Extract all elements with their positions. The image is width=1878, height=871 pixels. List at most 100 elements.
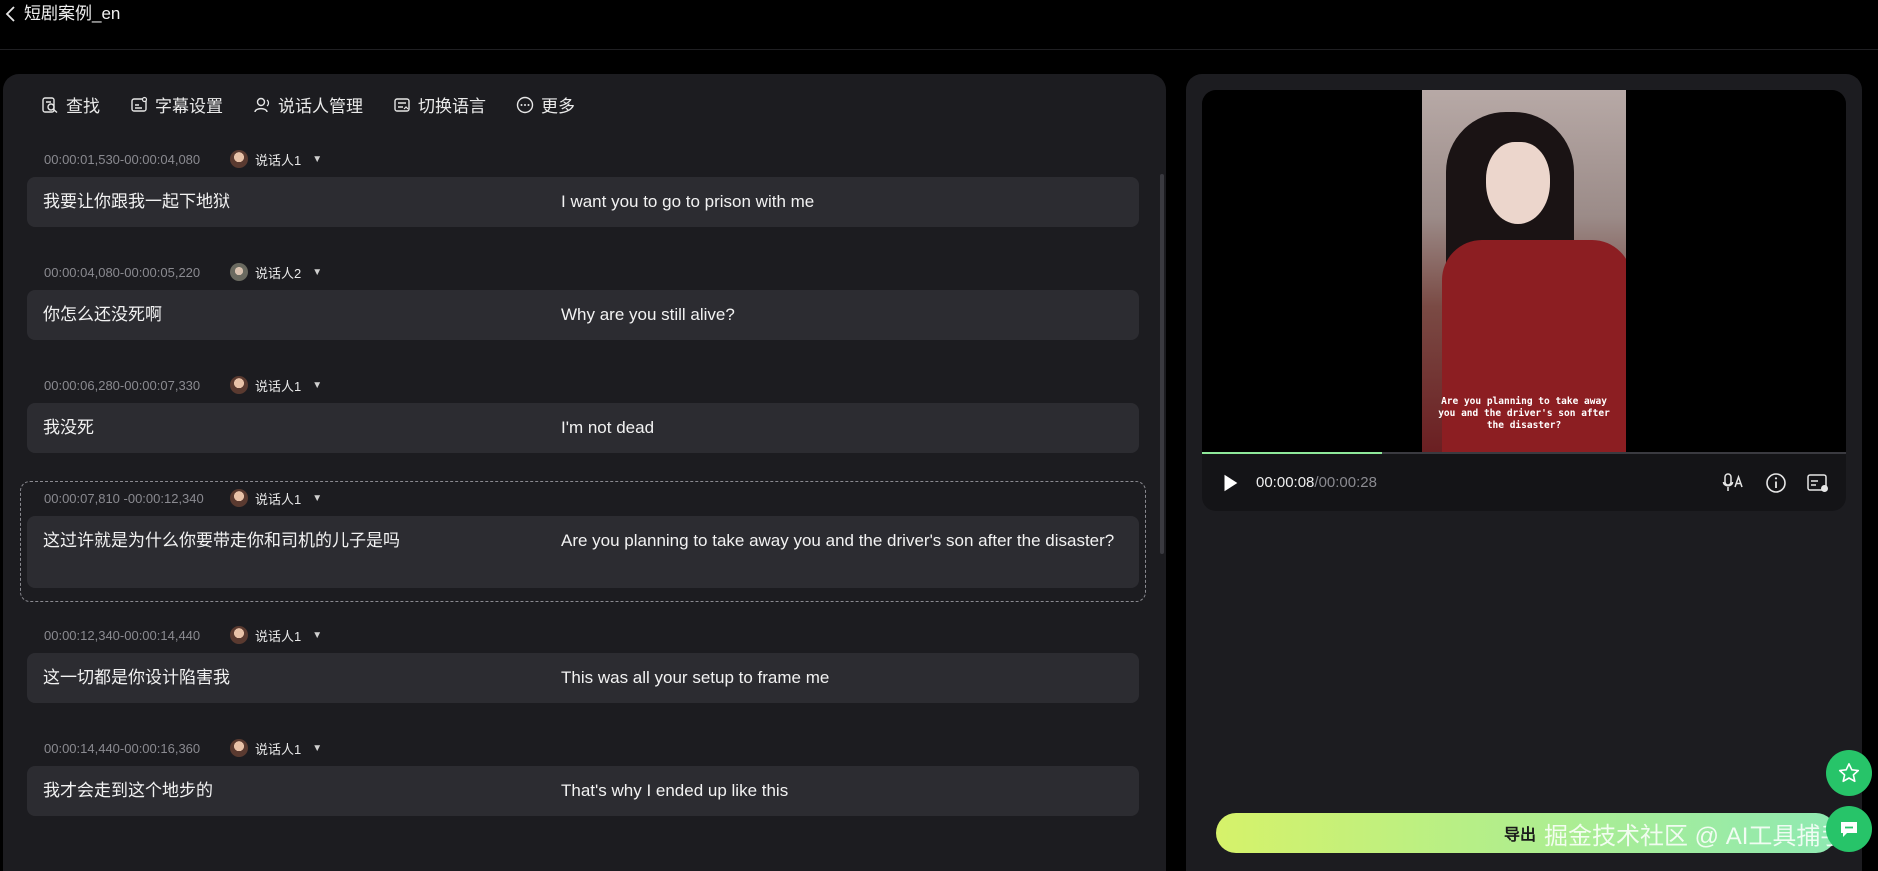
target-text[interactable]: I want you to go to prison with me xyxy=(561,190,1123,214)
source-text[interactable]: 这一切都是你设计陷害我 xyxy=(43,666,561,690)
star-icon xyxy=(1838,763,1860,783)
speaker-selector[interactable]: 说话人2 ▼ xyxy=(230,263,322,282)
entry-text-box[interactable]: 你怎么还没死啊 Why are you still alive? xyxy=(27,290,1139,340)
avatar xyxy=(230,739,248,757)
speaker-selector[interactable]: 说话人1 ▼ xyxy=(230,626,322,645)
find-button[interactable]: 查找 xyxy=(41,92,100,117)
entry-timecode: 00:00:06,280-00:00:07,330 xyxy=(44,377,201,393)
target-text[interactable]: I'm not dead xyxy=(561,416,1123,440)
entry-text-box[interactable]: 这过许就是为什么你要带走你和司机的儿子是吗 Are you planning t… xyxy=(27,516,1139,588)
subtitle-entry-active[interactable]: 00:00:07,810 -00:00:12,340 说话人1 ▼ 这过许就是为… xyxy=(20,481,1146,602)
speaker-manage-icon xyxy=(254,97,270,112)
find-label: 查找 xyxy=(66,97,100,116)
speaker-name: 说话人2 xyxy=(255,265,302,281)
entry-meta: 00:00:12,340-00:00:14,440 说话人1 ▼ xyxy=(27,624,1139,646)
more-button[interactable]: 更多 xyxy=(516,92,575,117)
switch-language-label: 切换语言 xyxy=(418,97,486,116)
speaker-selector[interactable]: 说话人1 ▼ xyxy=(230,376,322,395)
voice-translate-icon[interactable] xyxy=(1722,471,1746,495)
subtitle-settings-label: 字幕设置 xyxy=(155,97,223,116)
entry-timecode: 00:00:14,440-00:00:16,360 xyxy=(44,740,201,756)
target-text[interactable]: This was all your setup to frame me xyxy=(561,666,1123,690)
video-frame: Are you planning to take away you and th… xyxy=(1422,90,1626,452)
video-preview-panel: Are you planning to take away you and th… xyxy=(1186,74,1862,871)
top-bar: 短剧案例_en xyxy=(0,0,1878,50)
avatar xyxy=(230,263,248,281)
back-button[interactable]: 短剧案例_en xyxy=(4,4,120,24)
caret-down-icon: ▼ xyxy=(312,492,323,504)
source-text[interactable]: 我才会走到这个地步的 xyxy=(43,779,561,803)
entry-meta: 00:00:07,810 -00:00:12,340 说话人1 ▼ xyxy=(27,487,1139,509)
speaker-selector[interactable]: 说话人1 ▼ xyxy=(230,150,322,169)
switch-language-button[interactable]: 切换语言 xyxy=(393,92,486,117)
more-label: 更多 xyxy=(541,97,575,116)
editor-toolbar: 查找 字幕设置 说话人管理 切换语言 更多 xyxy=(41,92,575,117)
player-controls: 00:00:08 / 00:00:28 xyxy=(1202,454,1846,511)
entry-timecode: 00:00:12,340-00:00:14,440 xyxy=(44,627,201,643)
source-text[interactable]: 我要让你跟我一起下地狱 xyxy=(43,190,561,214)
target-text[interactable]: Why are you still alive? xyxy=(561,303,1123,327)
document-title: 短剧案例_en xyxy=(24,4,121,23)
speaker-name: 说话人1 xyxy=(255,152,302,168)
speaker-name: 说话人1 xyxy=(255,378,302,394)
watermark: 掘金技术社区 @ AI工具捕手 xyxy=(1544,823,1845,850)
entry-timecode: 00:00:07,810 -00:00:12,340 xyxy=(44,490,204,506)
source-text[interactable]: 我没死 xyxy=(43,416,561,440)
total-time: 00:00:28 xyxy=(1318,474,1377,491)
speaker-selector[interactable]: 说话人1 ▼ xyxy=(230,489,322,508)
entry-text-box[interactable]: 我没死 I'm not dead xyxy=(27,403,1139,453)
info-icon[interactable] xyxy=(1764,471,1788,495)
entry-timecode: 00:00:01,530-00:00:04,080 xyxy=(44,151,201,167)
subtitle-entry[interactable]: 00:00:12,340-00:00:14,440 说话人1 ▼ 这一切都是你设… xyxy=(27,624,1139,703)
entry-meta: 00:00:01,530-00:00:04,080 说话人1 ▼ xyxy=(27,148,1139,170)
avatar xyxy=(230,150,248,168)
subtitle-list-scrollbar[interactable] xyxy=(1160,174,1164,554)
subtitle-entry[interactable]: 00:00:06,280-00:00:07,330 说话人1 ▼ 我没死 I'm… xyxy=(27,374,1139,453)
caret-down-icon: ▼ xyxy=(312,266,323,278)
speaker-manage-button[interactable]: 说话人管理 xyxy=(253,92,363,117)
current-time: 00:00:08 xyxy=(1256,474,1315,491)
export-label: 导出 xyxy=(1503,827,1536,844)
play-button[interactable] xyxy=(1218,471,1242,495)
source-text[interactable]: 你怎么还没死啊 xyxy=(43,303,561,327)
player-tool-icons xyxy=(1722,471,1830,495)
subtitle-entry[interactable]: 00:00:04,080-00:00:05,220 说话人2 ▼ 你怎么还没死啊… xyxy=(27,261,1139,340)
entry-text-box[interactable]: 这一切都是你设计陷害我 This was all your setup to f… xyxy=(27,653,1139,703)
caret-down-icon: ▼ xyxy=(312,742,323,754)
captions-icon[interactable] xyxy=(1806,471,1830,495)
video-burned-subtitle: Are you planning to take away you and th… xyxy=(1438,396,1610,431)
subtitle-settings-icon xyxy=(131,96,148,112)
target-text[interactable]: That's why I ended up like this xyxy=(561,779,1123,803)
entry-text-box[interactable]: 我要让你跟我一起下地狱 I want you to go to prison w… xyxy=(27,177,1139,227)
entry-text-box[interactable]: 我才会走到这个地步的 That's why I ended up like th… xyxy=(27,766,1139,816)
video-figure-face xyxy=(1486,142,1550,224)
entry-meta: 00:00:04,080-00:00:05,220 说话人2 ▼ xyxy=(27,261,1139,283)
entry-meta: 00:00:06,280-00:00:07,330 说话人1 ▼ xyxy=(27,374,1139,396)
subtitle-entry[interactable]: 00:00:14,440-00:00:16,360 说话人1 ▼ 我才会走到这个… xyxy=(27,737,1139,816)
more-dots-icon xyxy=(516,96,534,113)
search-doc-icon xyxy=(42,96,58,113)
entry-meta: 00:00:14,440-00:00:16,360 说话人1 ▼ xyxy=(27,737,1139,759)
source-text[interactable]: 这过许就是为什么你要带走你和司机的儿子是吗 xyxy=(43,529,561,575)
chat-button[interactable] xyxy=(1826,806,1872,852)
entry-timecode: 00:00:04,080-00:00:05,220 xyxy=(44,264,201,280)
target-text[interactable]: Are you planning to take away you and th… xyxy=(561,529,1123,575)
video-viewport[interactable]: Are you planning to take away you and th… xyxy=(1202,90,1846,452)
switch-language-icon xyxy=(394,97,410,112)
caret-down-icon: ▼ xyxy=(312,629,323,641)
speaker-name: 说话人1 xyxy=(255,741,302,757)
speaker-selector[interactable]: 说话人1 ▼ xyxy=(230,739,322,758)
subtitle-editor-panel: 查找 字幕设置 说话人管理 切换语言 更多 00:00:01,530-00:00… xyxy=(3,74,1166,871)
chat-icon xyxy=(1841,822,1857,837)
chevron-left-icon xyxy=(5,6,15,22)
subtitle-entry[interactable]: 00:00:01,530-00:00:04,080 说话人1 ▼ 我要让你跟我一… xyxy=(27,148,1139,227)
avatar xyxy=(230,489,248,507)
avatar xyxy=(230,626,248,644)
caret-down-icon: ▼ xyxy=(312,379,323,391)
speaker-name: 说话人1 xyxy=(255,491,302,507)
subtitle-settings-button[interactable]: 字幕设置 xyxy=(130,92,223,117)
favorite-button[interactable] xyxy=(1826,750,1872,796)
play-icon xyxy=(1224,474,1238,491)
video-player: Are you planning to take away you and th… xyxy=(1202,90,1846,511)
avatar xyxy=(230,376,248,394)
